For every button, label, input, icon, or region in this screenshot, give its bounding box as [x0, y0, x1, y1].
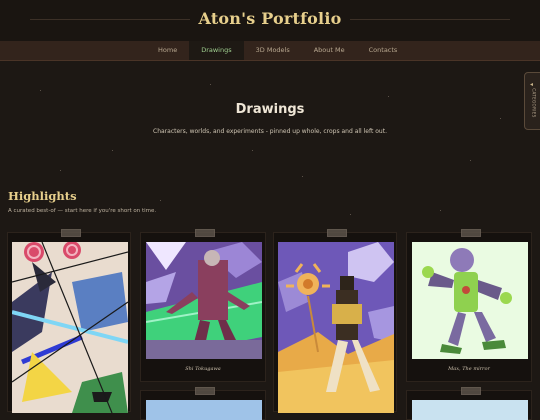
artwork-image-6: [412, 400, 528, 420]
chevron-left-icon: ◂: [530, 81, 534, 88]
artwork-image-5: [146, 400, 262, 420]
artwork-caption-2: Shi Tokugawa: [185, 366, 221, 372]
artwork-card-3[interactable]: [273, 229, 397, 413]
tape-decoration: [327, 229, 347, 237]
categories-side-tab[interactable]: ◂ CATEGORIES: [524, 72, 540, 130]
artwork-card-6[interactable]: [406, 387, 532, 420]
highlights-title: Highlights: [8, 189, 77, 203]
page-title: Drawings: [235, 102, 305, 117]
tape-decoration: [461, 387, 481, 395]
main-nav: Home Drawings 3D Models About Me Contact…: [0, 41, 540, 61]
highlights-subtitle: A curated best-of — start here if you're…: [8, 208, 157, 214]
artwork-image-3: [278, 242, 394, 413]
site-header: Aton's Portfolio: [0, 0, 540, 42]
artwork-image-4: [412, 242, 528, 359]
tape-decoration: [61, 229, 81, 237]
artwork-card-1[interactable]: [7, 229, 131, 413]
artwork-card-2[interactable]: Shi Tokugawa: [140, 229, 266, 382]
artwork-card-5[interactable]: [140, 387, 266, 420]
nav-contacts[interactable]: Contacts: [357, 41, 410, 60]
nav-3d-models[interactable]: 3D Models: [244, 41, 302, 60]
artwork-card-4[interactable]: Max, The mirror: [406, 229, 532, 382]
page-subtitle: Characters, worlds, and experiments - pi…: [153, 128, 387, 135]
title-divider-right: [350, 19, 510, 20]
tape-decoration: [195, 229, 215, 237]
tape-decoration: [461, 229, 481, 237]
nav-about-me[interactable]: About Me: [302, 41, 357, 60]
nav-home[interactable]: Home: [146, 41, 189, 60]
nav-drawings[interactable]: Drawings: [189, 41, 244, 60]
tape-decoration: [195, 387, 215, 395]
artwork-caption-4: Max, The mirror: [448, 366, 490, 372]
artwork-image-1: [12, 242, 128, 413]
artwork-image-2: [146, 242, 262, 359]
